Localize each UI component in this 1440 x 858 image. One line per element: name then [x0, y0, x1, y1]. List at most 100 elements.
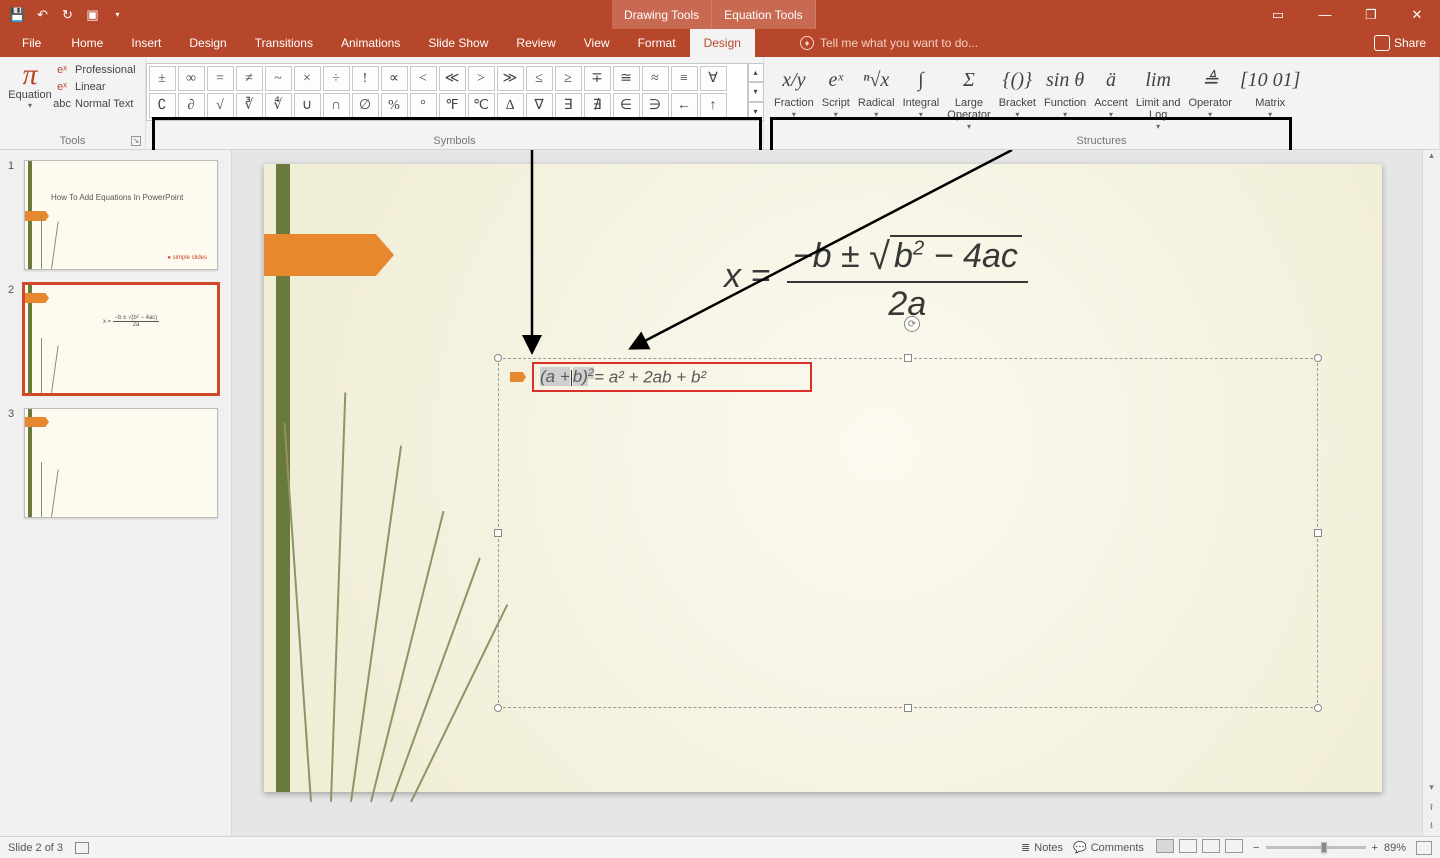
symbols-scroll-down[interactable]: ▾: [748, 82, 764, 101]
linear-button[interactable]: eˣLinear: [54, 80, 136, 94]
symbol-button[interactable]: ∂: [178, 93, 205, 118]
normal-text-button[interactable]: abcNormal Text: [54, 97, 136, 111]
scroll-up-icon[interactable]: ▴: [1423, 150, 1440, 168]
ribbon-display-options-icon[interactable]: ▭: [1260, 0, 1296, 29]
structure-matrix[interactable]: [10 01] Matrix ▾: [1236, 63, 1305, 131]
symbol-button[interactable]: √: [207, 93, 234, 118]
symbol-button[interactable]: ÷: [323, 66, 350, 91]
slide-editor[interactable]: x = −b ± b2 − 4ac 2a ⟳: [232, 150, 1440, 836]
next-slide-icon[interactable]: ⭳: [1423, 818, 1440, 836]
tab-home[interactable]: Home: [57, 29, 117, 57]
symbol-button[interactable]: =: [207, 66, 234, 91]
symbol-button[interactable]: ∪: [294, 93, 321, 118]
tab-equation-design[interactable]: Design: [690, 29, 755, 57]
symbol-button[interactable]: ±: [149, 66, 176, 91]
structure-limit-and-log[interactable]: lim Limit and Log ▾: [1132, 63, 1185, 131]
undo-icon[interactable]: ↶: [35, 7, 50, 22]
from-beginning-icon[interactable]: ▣: [85, 7, 100, 22]
redo-icon[interactable]: ↻: [60, 7, 75, 22]
thumbnail-3[interactable]: 3: [8, 408, 223, 518]
tools-dialog-launcher[interactable]: ↘: [131, 136, 141, 146]
structure-fraction[interactable]: x/y Fraction ▾: [770, 63, 818, 131]
symbol-button[interactable]: ∆: [497, 93, 524, 118]
zoom-out-button[interactable]: −: [1253, 842, 1259, 854]
structure-function[interactable]: sin θ Function ▾: [1040, 63, 1090, 131]
symbol-button[interactable]: ~: [265, 66, 292, 91]
symbol-button[interactable]: %: [381, 93, 408, 118]
symbol-button[interactable]: ≅: [613, 66, 640, 91]
symbol-button[interactable]: ↑: [700, 93, 727, 118]
maximize-icon[interactable]: ❐: [1348, 0, 1394, 29]
equation-binomial-highlighted[interactable]: (a +b)2= a² + 2ab + b²: [532, 362, 812, 392]
symbol-button[interactable]: ≤: [526, 66, 553, 91]
resize-handle[interactable]: [494, 529, 502, 537]
save-icon[interactable]: 💾: [10, 7, 25, 22]
symbol-button[interactable]: ℉: [439, 93, 466, 118]
structure-radical[interactable]: ⁿ√x Radical ▾: [854, 63, 899, 131]
vertical-scrollbar[interactable]: ▴ ▾ ⭱ ⭳: [1422, 150, 1440, 836]
notes-button[interactable]: ≣ Notes: [1021, 841, 1063, 854]
zoom-percent[interactable]: 89%: [1384, 842, 1406, 854]
tab-slide-show[interactable]: Slide Show: [414, 29, 502, 57]
structure-large-operator[interactable]: Σ Large Operator ▾: [943, 63, 994, 131]
reading-view-icon[interactable]: [1202, 839, 1220, 853]
thumbnail-2[interactable]: 2 x = −b ± √(b² − 4ac) 2a: [8, 284, 223, 394]
slide-sorter-view-icon[interactable]: [1179, 839, 1197, 853]
minimize-icon[interactable]: —: [1302, 0, 1348, 29]
zoom-in-button[interactable]: +: [1372, 842, 1378, 854]
slideshow-view-icon[interactable]: [1225, 839, 1243, 853]
symbols-more-dropdown[interactable]: ▾: [748, 102, 764, 121]
symbol-button[interactable]: ∩: [323, 93, 350, 118]
symbol-button[interactable]: ←: [671, 93, 698, 118]
structure-bracket[interactable]: {()} Bracket ▾: [995, 63, 1040, 131]
tab-animations[interactable]: Animations: [327, 29, 414, 57]
symbol-button[interactable]: ∝: [381, 66, 408, 91]
symbol-button[interactable]: ≈: [642, 66, 669, 91]
equation-binomial[interactable]: (a +b)2= a² + 2ab + b²: [540, 367, 706, 388]
symbol-button[interactable]: ≫: [497, 66, 524, 91]
thumbnail-slide-3[interactable]: [24, 408, 218, 518]
symbol-button[interactable]: ∈: [613, 93, 640, 118]
rotate-handle-icon[interactable]: ⟳: [904, 316, 920, 332]
symbol-button[interactable]: ≠: [236, 66, 263, 91]
resize-handle[interactable]: [1314, 354, 1322, 362]
symbol-button[interactable]: ∇: [526, 93, 553, 118]
thumbnail-slide-1[interactable]: How To Add Equations In PowerPoint ● sim…: [24, 160, 218, 270]
symbol-button[interactable]: ∁: [149, 93, 176, 118]
symbol-button[interactable]: ∄: [584, 93, 611, 118]
structure-accent[interactable]: ä Accent ▾: [1090, 63, 1132, 131]
close-icon[interactable]: ✕: [1394, 0, 1440, 29]
previous-slide-icon[interactable]: ⭱: [1423, 800, 1440, 818]
symbol-button[interactable]: ℃: [468, 93, 495, 118]
resize-handle[interactable]: [494, 704, 502, 712]
symbol-button[interactable]: >: [468, 66, 495, 91]
thumbnail-1[interactable]: 1 How To Add Equations In PowerPoint ● s…: [8, 160, 223, 270]
slide-counter[interactable]: Slide 2 of 3: [8, 842, 63, 854]
symbol-button[interactable]: ≪: [439, 66, 466, 91]
symbol-button[interactable]: ∃: [555, 93, 582, 118]
fit-to-window-icon[interactable]: [1416, 841, 1432, 855]
symbol-button[interactable]: ∛: [236, 93, 263, 118]
resize-handle[interactable]: [904, 704, 912, 712]
tell-me-search[interactable]: ♦ Tell me what you want to do...: [800, 29, 978, 57]
slide-canvas[interactable]: x = −b ± b2 − 4ac 2a ⟳: [264, 164, 1382, 792]
resize-handle[interactable]: [1314, 704, 1322, 712]
structure-script[interactable]: eˣ Script ▾: [818, 63, 854, 131]
structure-integral[interactable]: ∫ Integral ▾: [899, 63, 944, 131]
zoom-slider[interactable]: [1266, 846, 1366, 849]
tab-file[interactable]: File: [6, 29, 57, 57]
resize-handle[interactable]: [494, 354, 502, 362]
tab-design[interactable]: Design: [175, 29, 240, 57]
professional-button[interactable]: eˣProfessional: [54, 63, 136, 77]
spellcheck-icon[interactable]: [75, 842, 89, 854]
symbol-button[interactable]: °: [410, 93, 437, 118]
symbol-button[interactable]: ×: [294, 66, 321, 91]
tab-review[interactable]: Review: [502, 29, 569, 57]
normal-view-icon[interactable]: [1156, 839, 1174, 853]
scroll-down-icon[interactable]: ▾: [1423, 782, 1440, 800]
tab-view[interactable]: View: [570, 29, 624, 57]
thumbnail-slide-2[interactable]: x = −b ± √(b² − 4ac) 2a: [24, 284, 218, 394]
share-button[interactable]: Share: [1374, 29, 1426, 57]
symbol-button[interactable]: ∞: [178, 66, 205, 91]
content-placeholder[interactable]: (a +b)2= a² + 2ab + b²: [498, 358, 1318, 708]
